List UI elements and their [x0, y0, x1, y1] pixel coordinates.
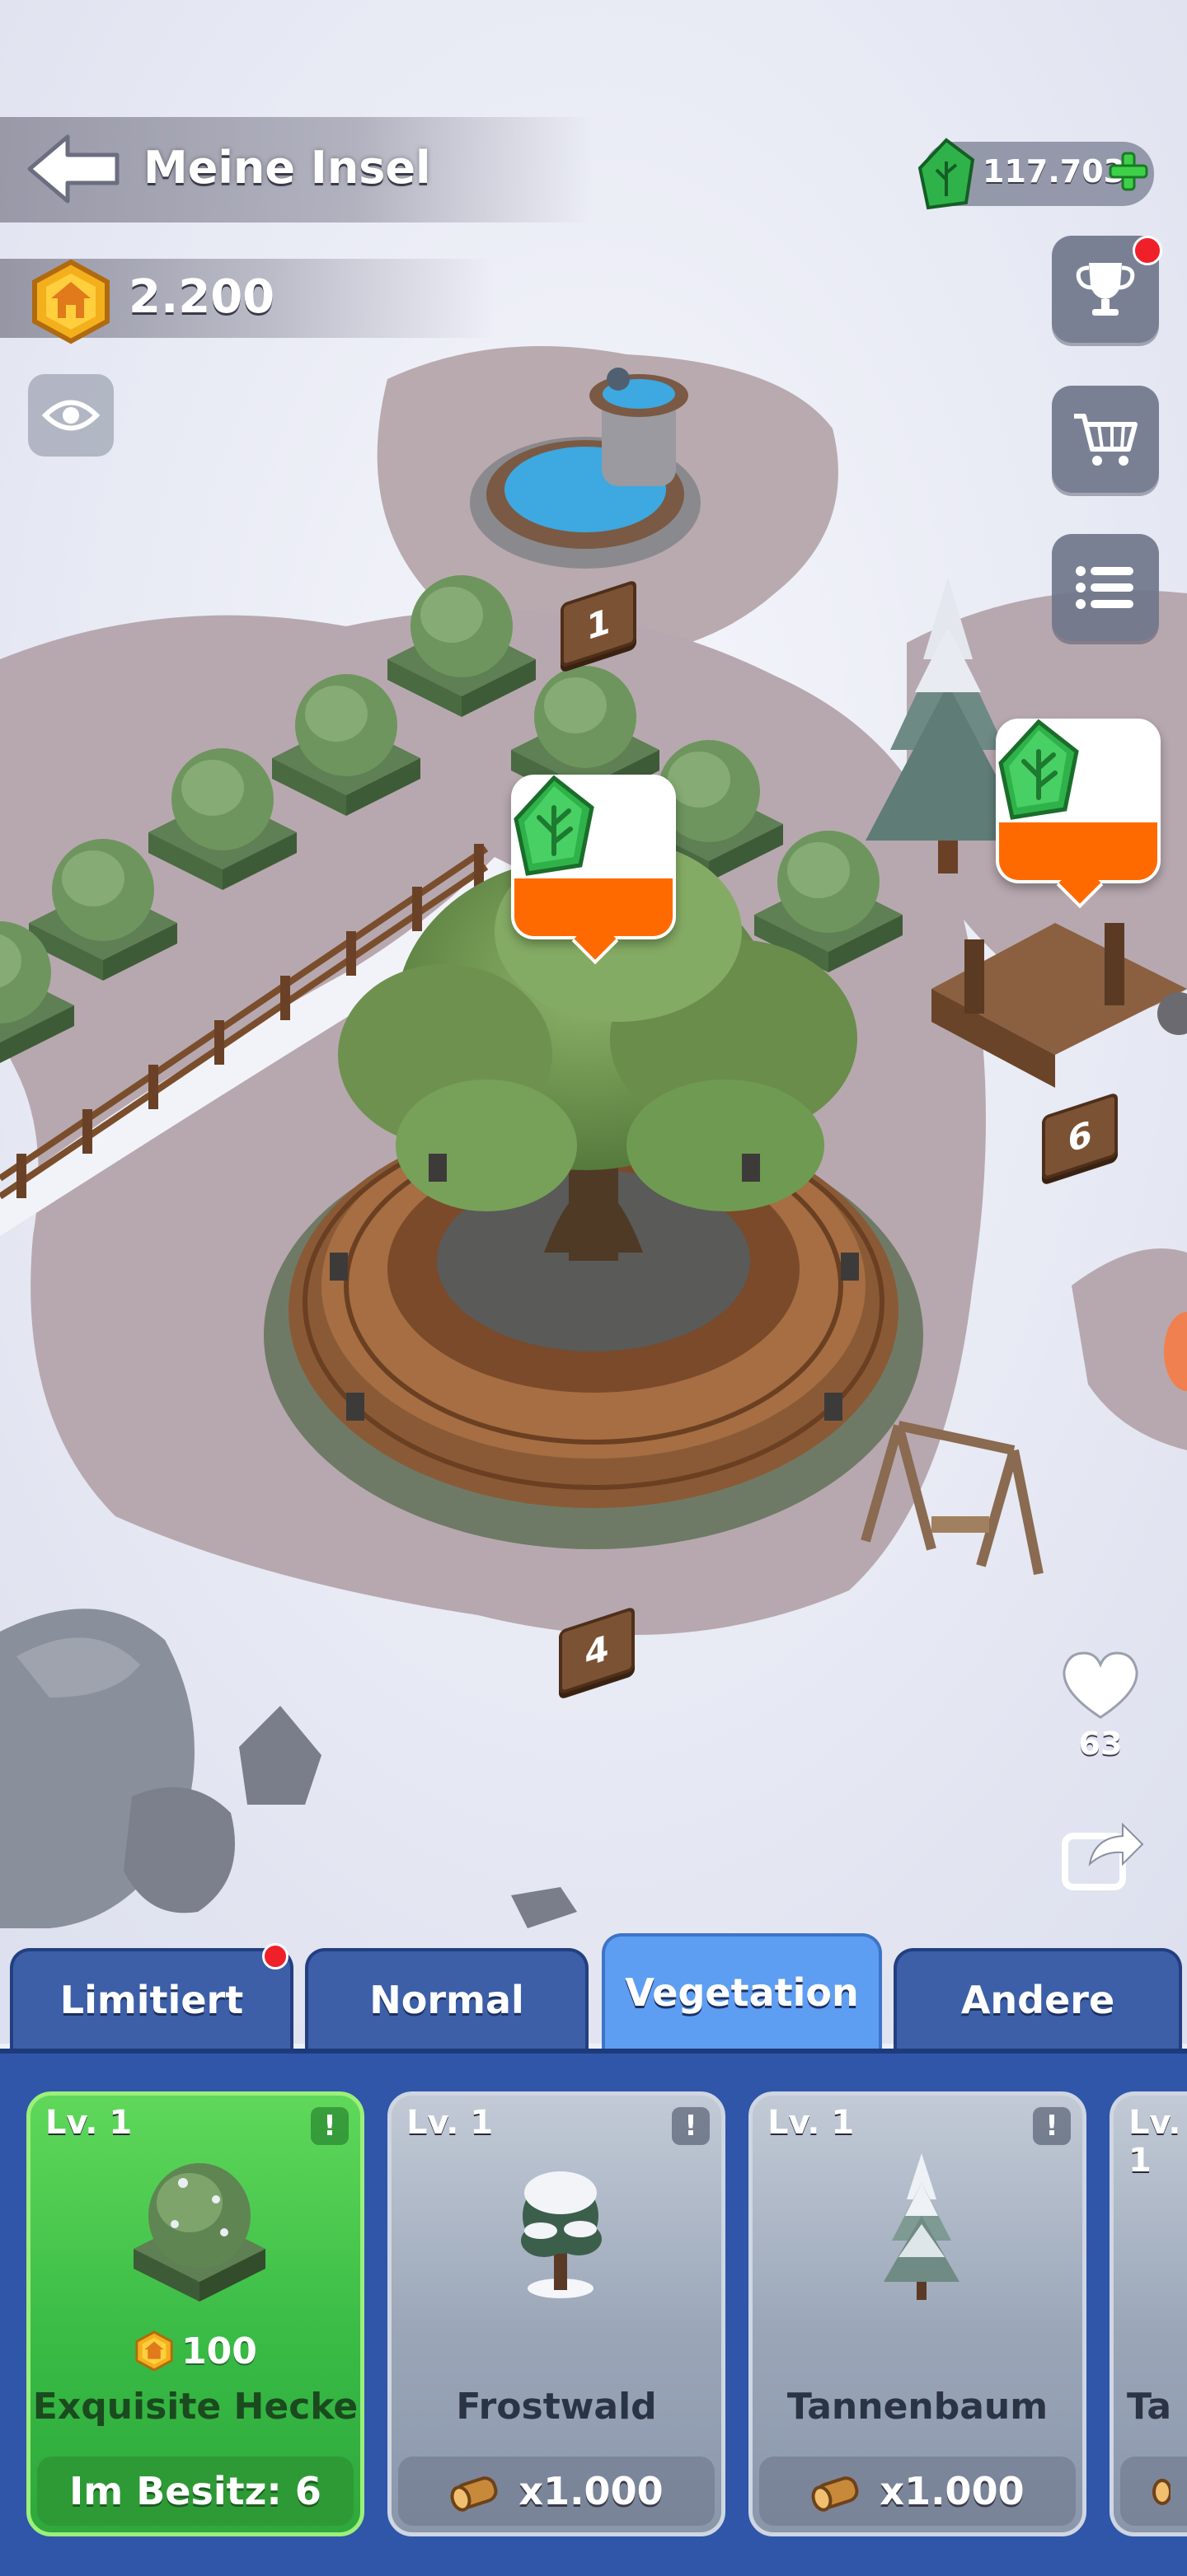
add-gems-icon[interactable] [1108, 148, 1149, 194]
item-name: Exquisite Hecke [32, 2386, 359, 2428]
notification-dot [262, 1943, 289, 1969]
tab-vegetation[interactable]: Vegetation [602, 1933, 882, 2049]
frost-tree-icon [521, 2171, 602, 2298]
item-cost-value: x1.000 [880, 2469, 1025, 2513]
tab-normal[interactable]: Normal [305, 1948, 589, 2049]
item-cost: x1.000 [398, 2457, 715, 2526]
island-coin-icon [135, 2330, 173, 2372]
item-price-value: 100 [181, 2330, 257, 2372]
like-widget[interactable]: 63 [1055, 1648, 1146, 1762]
view-toggle-button[interactable] [28, 374, 114, 457]
item-name: Ta [1127, 2386, 1172, 2428]
pine-tree-icon [884, 2153, 959, 2300]
item-price: 100 [30, 2326, 360, 2376]
gem-icon [917, 138, 975, 210]
item-level: Lv. 1 [45, 2104, 133, 2142]
trophy-icon [1076, 263, 1135, 316]
wood-log-icon [1152, 2479, 1171, 2505]
tab-andere[interactable]: Andere [894, 1948, 1182, 2049]
wood-log-icon [811, 2476, 859, 2512]
eye-icon [42, 400, 100, 431]
gem-icon [514, 775, 594, 876]
shop-item-exquisite-hecke[interactable]: Lv. 1 ! 100 Exquisite Hecke Im Besitz: 6 [26, 2091, 364, 2536]
shopping-cart-icon [1074, 414, 1138, 466]
info-icon[interactable]: ! [1033, 2107, 1071, 2145]
item-name: Frostwald [456, 2386, 657, 2428]
gem-collect-bubble[interactable] [996, 719, 1161, 909]
item-level: Lv. 1 [406, 2104, 494, 2142]
item-cost [1120, 2457, 1187, 2526]
shop-item-frostwald[interactable]: Lv. 1 ! Frostwald x1.000 [387, 2091, 725, 2536]
gem-collect-bubble[interactable] [511, 775, 676, 965]
shop-button[interactable] [1052, 386, 1159, 493]
shop-item-tannenbaum[interactable]: Lv. 1 ! Tannenbaum x1.000 [748, 2091, 1086, 2536]
info-icon[interactable]: ! [311, 2107, 349, 2145]
gem-icon [998, 719, 1079, 820]
like-count: 63 [1078, 1726, 1123, 1762]
owned-count: Im Besitz: 6 [37, 2457, 354, 2526]
share-icon[interactable] [1057, 1813, 1147, 1895]
item-level: Lv. 1 [767, 2104, 855, 2142]
back-arrow-icon[interactable] [25, 132, 124, 206]
item-cost-value: x1.000 [518, 2469, 664, 2513]
list-icon [1076, 566, 1133, 609]
coin-amount: 2.200 [129, 270, 275, 324]
tab-limitiert[interactable]: Limitiert [10, 1948, 293, 2049]
info-icon[interactable]: ! [672, 2107, 710, 2145]
menu-list-button[interactable] [1052, 534, 1159, 641]
notification-dot [1133, 236, 1162, 265]
hedge-icon [134, 2163, 265, 2302]
heart-icon [1063, 1651, 1138, 1719]
item-name: Tannenbaum [786, 2386, 1049, 2428]
shop-item-partial[interactable]: Lv. 1 Ta [1110, 2091, 1187, 2536]
item-level: Lv. 1 [1128, 2104, 1181, 2180]
page-title: Meine Insel [143, 142, 431, 194]
island-coin-icon [32, 259, 110, 344]
gem-amount: 117.703 [983, 153, 1126, 190]
item-cost: x1.000 [759, 2457, 1076, 2526]
wood-log-icon [450, 2476, 498, 2512]
